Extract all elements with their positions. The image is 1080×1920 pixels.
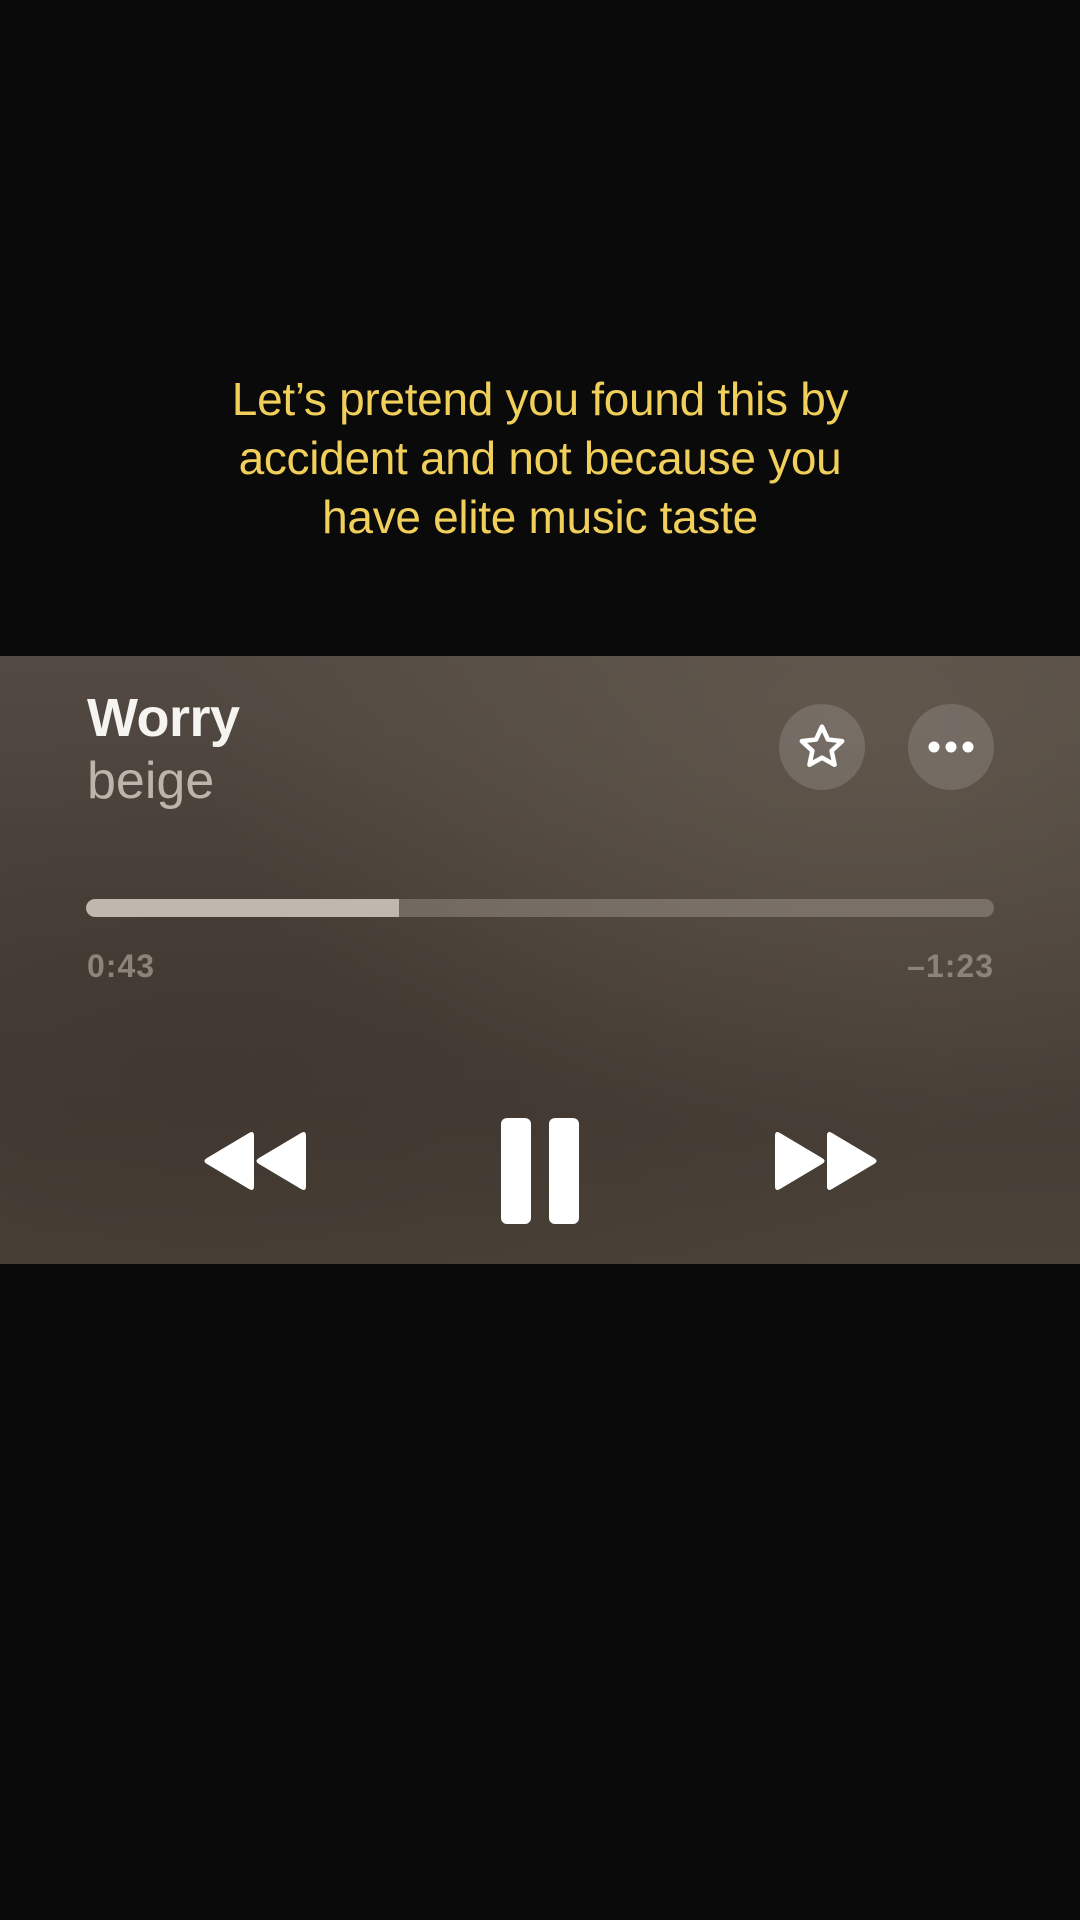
caption-line-2: accident and not because you [238,432,842,484]
caption-line-1: Let’s pretend you found this by [231,373,849,425]
progress-fill [86,899,400,917]
more-icon [928,741,974,753]
star-icon [799,724,845,768]
track-artist[interactable]: beige [87,750,214,812]
remaining-time: –1:23 [907,948,994,984]
track-title: Worry [87,688,240,748]
more-options-button[interactable] [908,704,994,790]
fast-forward-button[interactable] [770,1126,885,1196]
rewind-button[interactable] [195,1126,310,1196]
elapsed-time: 0:43 [87,948,156,984]
favorite-button[interactable] [779,704,865,790]
caption-text: Let’s pretend you found this by accident… [0,370,1080,547]
progress-scrubber[interactable] [86,899,994,917]
page: Let’s pretend you found this by accident… [0,0,1080,1920]
rewind-icon [204,1132,306,1190]
now-playing-card: Worry beige 0:43 –1:23 [0,656,1080,1264]
caption-line-3: have elite music taste [322,491,758,543]
pause-button[interactable] [495,1115,585,1227]
fast-forward-icon [774,1132,876,1190]
pause-icon [501,1118,579,1224]
